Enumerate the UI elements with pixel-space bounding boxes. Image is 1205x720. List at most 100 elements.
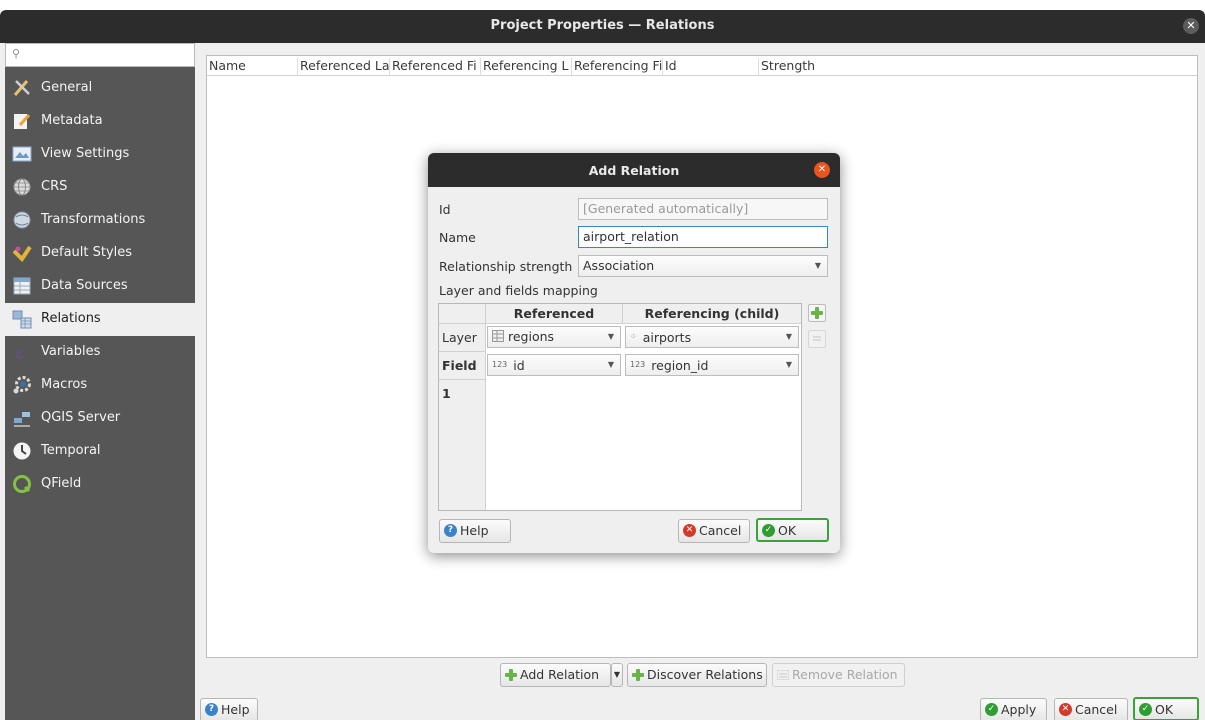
cancel-button[interactable]: ✕ Cancel [1054, 698, 1128, 720]
help-label: Help [221, 702, 250, 717]
tools-icon [13, 80, 30, 96]
sidebar-item-label: View Settings [41, 146, 130, 161]
sidebar-item-general[interactable]: General [5, 72, 195, 105]
row-header-field-1: Field 1 [439, 352, 486, 401]
strength-select[interactable]: Association ▼ [578, 255, 828, 277]
column-header-id[interactable]: Id [663, 58, 759, 76]
parent-layer-select[interactable]: regions ▼ [487, 326, 621, 348]
column-header-referencing-layer[interactable]: Referencing L [481, 58, 572, 76]
point-layer-icon: ⁘ [630, 332, 637, 341]
sidebar-item-metadata[interactable]: Metadata [5, 105, 195, 138]
chevron-down-icon: ▼ [785, 360, 792, 369]
help-icon: ? [444, 524, 457, 537]
pencil-note-icon [14, 113, 31, 129]
child-field-select[interactable]: 123 region_id ▼ [625, 354, 799, 376]
help-button[interactable]: ? Help [200, 698, 258, 720]
sidebar-item-relations[interactable]: Relations [5, 303, 195, 336]
discover-relations-label: Discover Relations [647, 667, 763, 682]
parent-field-value: id [513, 358, 525, 373]
add-icon [505, 668, 517, 681]
mapping-table: Layer Field 1 Referenced (parent) Refere… [438, 303, 802, 511]
column-header-strength[interactable]: Strength [759, 58, 1197, 76]
sidebar-item-default-styles[interactable]: Default Styles [5, 237, 195, 270]
column-header-child: Referencing (child) [623, 304, 801, 324]
parent-layer-value: regions [507, 329, 555, 344]
discover-relations-button[interactable]: Discover Relations [627, 663, 767, 687]
sidebar-item-label: Macros [41, 377, 88, 392]
gear-icon [13, 376, 31, 394]
help-icon: ? [205, 703, 218, 716]
sidebar-item-macros[interactable]: Macros [5, 369, 195, 402]
sidebar-item-label: Variables [41, 344, 101, 359]
discover-icon [632, 668, 644, 681]
column-header-referenced-field[interactable]: Referenced Fi [390, 58, 481, 76]
check-icon: ✓ [1139, 703, 1152, 716]
add-relation-dialog: Add Relation ✕ Id [Generated automatical… [428, 153, 840, 553]
sidebar-search[interactable]: ⚲ [5, 43, 195, 67]
sidebar-item-qgis-server[interactable]: QGIS Server [5, 402, 195, 435]
name-field[interactable]: airport_relation [578, 226, 828, 248]
remove-icon [777, 669, 789, 680]
search-input[interactable] [26, 46, 186, 64]
mapping-row-headers: Layer Field 1 [439, 304, 486, 510]
sidebar-item-label: QGIS Server [41, 410, 121, 425]
corner-cell [439, 304, 486, 324]
chevron-down-icon: ▼ [814, 261, 821, 270]
add-field-pair-button[interactable] [808, 304, 826, 322]
ok-button[interactable]: ✓ OK [1133, 697, 1199, 720]
sidebar-item-crs[interactable]: CRS [5, 171, 195, 204]
sidebar-item-view-settings[interactable]: View Settings [5, 138, 195, 171]
clock-icon [13, 442, 31, 460]
sidebar-item-temporal[interactable]: Temporal [5, 435, 195, 468]
sidebar-item-transformations[interactable]: Transformations [5, 204, 195, 237]
mapping-label: Layer and fields mapping [439, 283, 598, 298]
check-icon: ✓ [762, 524, 775, 537]
dialog-cancel-button[interactable]: ✕ Cancel [678, 519, 750, 543]
strength-label: Relationship strength [439, 259, 573, 274]
dialog-help-button[interactable]: ? Help [439, 519, 511, 543]
table-icon [492, 330, 504, 342]
add-relation-menu-button[interactable]: ▼ [611, 663, 623, 687]
globe-transform-icon [13, 211, 31, 229]
sidebar-item-qfield[interactable]: QField [5, 468, 195, 501]
svg-text:ε: ε [16, 343, 25, 362]
add-relation-button[interactable]: Add Relation [500, 663, 611, 687]
id-field[interactable]: [Generated automatically] [578, 198, 828, 220]
chevron-down-icon: ▼ [785, 332, 792, 341]
sidebar-item-label: Default Styles [41, 245, 133, 260]
chevron-down-icon: ▼ [613, 670, 621, 679]
server-icon [14, 412, 30, 427]
sidebar-item-label: Transformations [41, 212, 146, 227]
remove-field-pair-button[interactable] [808, 330, 826, 348]
numeric-field-icon: 123 [492, 360, 508, 369]
remove-relation-button[interactable]: Remove Relation [772, 663, 905, 687]
window-titlebar: Project Properties — Relations ✕ [0, 10, 1205, 43]
map-view-icon [12, 146, 32, 162]
chevron-down-icon: ▼ [607, 360, 614, 369]
close-icon[interactable]: ✕ [1183, 18, 1199, 34]
chevron-down-icon: ▼ [607, 332, 614, 341]
sidebar-item-label: CRS [41, 179, 68, 194]
remove-relation-label: Remove Relation [792, 667, 898, 682]
cancel-label: Cancel [1075, 702, 1118, 717]
dialog-ok-button[interactable]: ✓ OK [756, 518, 829, 542]
column-header-name[interactable]: Name [207, 58, 298, 76]
row-header-layer: Layer [439, 324, 486, 352]
column-header-referencing-field[interactable]: Referencing Fi [572, 58, 663, 76]
globe-icon [13, 178, 31, 196]
search-icon: ⚲ [12, 47, 21, 60]
sidebar-item-label: Metadata [41, 113, 103, 128]
sidebar-item-variables[interactable]: ε Variables [5, 336, 195, 369]
remove-icon [813, 336, 821, 341]
close-icon[interactable]: ✕ [814, 162, 830, 178]
add-relation-label: Add Relation [520, 667, 600, 682]
dialog-help-label: Help [460, 523, 489, 538]
apply-button[interactable]: ✓ Apply [980, 698, 1047, 720]
column-header-referenced-layer[interactable]: Referenced La [298, 58, 390, 76]
sidebar-item-data-sources[interactable]: Data Sources [5, 270, 195, 303]
table-header: Name Referenced La Referenced Fi Referen… [207, 56, 1197, 76]
parent-field-select[interactable]: 123 id ▼ [487, 354, 621, 376]
child-layer-select[interactable]: ⁘ airports ▼ [625, 326, 799, 348]
apply-label: Apply [1001, 702, 1037, 717]
qfield-icon [13, 475, 31, 493]
